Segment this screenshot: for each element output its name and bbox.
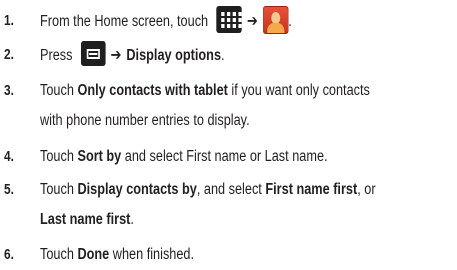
step-text-bold: Sort by xyxy=(77,148,122,165)
step-number: 1. xyxy=(4,13,14,29)
step-text: From the Home screen, touch ➔. xyxy=(40,5,382,36)
step-text: Touch Done when finished. xyxy=(40,240,382,270)
step-text-pre: Press xyxy=(40,47,73,64)
step-text-line2-post: . xyxy=(130,211,134,228)
step-text: Touch Sort by and select First name or L… xyxy=(40,142,382,172)
arrow-icon: ➔ xyxy=(110,45,122,64)
step-number: 4. xyxy=(4,149,14,165)
step-text-bold-2: First name first xyxy=(265,181,358,198)
step-text-post: if you want only contacts xyxy=(231,82,370,99)
instruction-document: 1. From the Home screen, touch ➔. 2. Pre… xyxy=(0,0,457,268)
step-text-bold: Display contacts by xyxy=(77,181,197,198)
step-text-pre: Touch xyxy=(40,82,74,99)
step-number: 2. xyxy=(4,47,14,63)
step-text-bold: Only contacts with tablet xyxy=(77,82,228,99)
step-text-post: and select First name or Last name. xyxy=(124,148,328,165)
step-number: 6. xyxy=(4,247,14,263)
step-text-bold: Display options xyxy=(126,47,222,64)
step-text-post: , or xyxy=(357,181,376,198)
step-text-post: when finished. xyxy=(112,246,195,263)
step-number: 5. xyxy=(4,182,14,198)
step-text-pre: Touch xyxy=(40,148,74,165)
step-text: Touch Only contacts with tablet if you w… xyxy=(40,76,382,136)
apps-grid-icon xyxy=(216,6,243,34)
step-text-mid: , and select xyxy=(196,181,262,198)
step-text: Touch Display contacts by, and select Fi… xyxy=(40,175,382,235)
arrow-icon: ➔ xyxy=(246,11,258,30)
step-text-pre: From the Home screen, touch xyxy=(40,13,209,30)
step-text-post: . xyxy=(288,13,292,30)
step-text-pre: Touch xyxy=(40,246,74,263)
step-text: Press ➔ Display options. xyxy=(40,40,382,70)
menu-key-icon xyxy=(80,41,106,67)
step-text-post: . xyxy=(221,47,225,64)
step-number: 3. xyxy=(4,83,14,99)
step-text-line2-bold: Last name first xyxy=(40,211,131,228)
step-text-bold: Done xyxy=(77,246,110,263)
contacts-icon xyxy=(262,5,289,34)
step-text-pre: Touch xyxy=(40,181,74,198)
step-text-line2: with phone number entries to display. xyxy=(40,112,250,129)
